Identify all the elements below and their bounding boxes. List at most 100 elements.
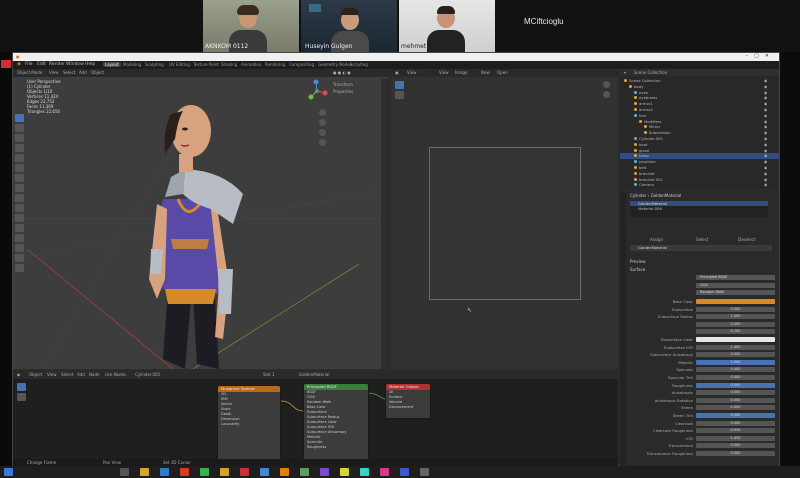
outliner-row[interactable]: eyebrows ◉ [620, 95, 779, 101]
sample-tool-icon[interactable] [395, 81, 404, 89]
scale-tool-icon[interactable] [15, 154, 24, 162]
blender-menu-icon[interactable]: ◉ [17, 62, 21, 67]
property-value-field[interactable]: 1.000 [696, 314, 775, 320]
select-menu[interactable]: Select [63, 70, 75, 75]
knife-tool-icon[interactable] [15, 244, 24, 252]
material-datablock[interactable]: GoldenMaterial [630, 245, 772, 251]
outliner-row[interactable]: Camera ◉ [620, 182, 779, 188]
node-socket-row[interactable]: Displacement [386, 405, 430, 410]
property-value-field[interactable]: 0.000 [696, 352, 775, 358]
outliner-row[interactable]: armor2 ◉ [620, 107, 779, 113]
subsurface-method-selector[interactable]: Random Walk [696, 290, 775, 295]
app-icon[interactable] [420, 468, 429, 476]
window-controls[interactable]: –▢✕ [746, 53, 775, 59]
view-mode-selector[interactable]: View [407, 70, 417, 75]
app-icon[interactable] [180, 468, 189, 476]
property-value-field[interactable]: 0.000 [696, 390, 775, 396]
grid-icon[interactable] [319, 139, 326, 146]
shading-buttons[interactable]: ● ● ◐ ● [333, 70, 351, 75]
material-slot-list[interactable]: GoldenMaterial Material.006 [630, 201, 768, 217]
sidebar-vertical-tabs[interactable] [381, 79, 389, 369]
workspace-tab[interactable]: Scripting [348, 62, 370, 67]
property-value-field[interactable]: 0.000 [696, 420, 775, 426]
property-value-field[interactable]: 0.000 [696, 451, 775, 456]
filter-icon[interactable]: ▾ [624, 70, 626, 75]
workspace-tab[interactable]: Shading [219, 62, 239, 67]
outliner-row[interactable]: eyes ◉ [620, 90, 779, 96]
visibility-eye-icon[interactable]: ◉ [764, 148, 767, 153]
workspace-tab[interactable]: Texture Paint [191, 62, 221, 67]
visibility-eye-icon[interactable]: ◉ [764, 165, 767, 170]
material-output-node[interactable]: Material Output All Surface Volume Displacem… [385, 383, 431, 419]
visibility-eye-icon[interactable]: ◉ [764, 177, 767, 182]
workspace-tab[interactable]: Sculpting [143, 62, 166, 67]
property-value-field[interactable]: 0.000 [696, 397, 775, 403]
musgrave-texture-node[interactable]: Musgrave Texture 3D fBM Vector Scale Detail Di… [217, 385, 281, 463]
edge-icon[interactable] [160, 468, 169, 476]
property-value-field[interactable]: 0.100 [696, 329, 775, 335]
property-value-field[interactable]: 0.500 [696, 382, 775, 388]
material-slot[interactable]: Material.006 [630, 206, 768, 211]
workspace-tab[interactable]: Animation [239, 62, 263, 67]
pan-hand-icon[interactable] [319, 119, 326, 126]
property-value-field[interactable]: 0.000 [696, 306, 775, 312]
node-socket-row[interactable]: Roughness [304, 445, 368, 450]
menu-render[interactable]: Render [49, 62, 65, 67]
visibility-eye-icon[interactable]: ◉ [764, 182, 767, 187]
app-icon[interactable] [260, 468, 269, 476]
spin-tool-icon[interactable] [15, 264, 24, 272]
rotate-tool-icon[interactable] [15, 144, 24, 152]
visibility-eye-icon[interactable]: ◉ [764, 101, 767, 106]
navigation-gizmo[interactable] [305, 79, 329, 103]
uv-canvas[interactable] [429, 147, 581, 300]
principled-bsdf-node[interactable]: Principled BSDF BSDF GGX Random Walk Base Co… [303, 383, 369, 467]
visibility-eye-icon[interactable]: ◉ [764, 130, 767, 135]
properties-panel-header[interactable]: Properties [333, 89, 383, 94]
outliner-row[interactable]: Modifiers ◉ [620, 119, 779, 125]
outliner-row[interactable]: Mirror ◉ [620, 124, 779, 130]
app-icon[interactable] [200, 468, 209, 476]
app-icon[interactable] [220, 468, 229, 476]
outliner-row[interactable]: pauldron ◉ [620, 159, 779, 165]
visibility-eye-icon[interactable]: ◉ [764, 171, 767, 176]
outliner-row[interactable]: bracelet ◉ [620, 171, 779, 177]
camera-icon[interactable] [319, 129, 326, 136]
properties-editor[interactable]: Cylinder › GoldenMaterial GoldenMaterial… [620, 191, 779, 467]
shader-node-editor[interactable]: ◆ Object View Select Add Node Use Nodes … [13, 371, 618, 467]
property-value-field[interactable]: 1.450 [696, 435, 775, 441]
menu-edit[interactable]: Edit [37, 62, 46, 67]
zoom-icon[interactable] [319, 109, 326, 116]
transform-panel-header[interactable]: Transform [333, 82, 383, 87]
outliner-row[interactable]: body ◉ [620, 84, 779, 90]
property-value-field[interactable]: 0.200 [696, 321, 775, 327]
polybuild-tool-icon[interactable] [15, 254, 24, 262]
visibility-eye-icon[interactable]: ◉ [764, 136, 767, 141]
property-value-field[interactable]: 0.000 [696, 405, 775, 411]
workspace-tab[interactable]: Layout [103, 62, 121, 67]
deselect-button[interactable]: Deselect [738, 237, 755, 242]
participant-tile-2[interactable]: Huseyin Gulgen [301, 0, 397, 52]
image-menu[interactable]: Image [455, 70, 468, 75]
add-menu[interactable]: Add [79, 70, 87, 75]
pan-hand-icon[interactable] [603, 91, 610, 98]
image-editor[interactable]: ▣ View View Image New Open ↖ [391, 69, 618, 369]
cursor-tool-icon[interactable] [15, 124, 24, 132]
outliner-row[interactable]: hair ◉ [620, 113, 779, 119]
visibility-eye-icon[interactable]: ◉ [764, 119, 767, 124]
visibility-eye-icon[interactable]: ◉ [764, 95, 767, 100]
inset-tool-icon[interactable] [15, 214, 24, 222]
workspace-tab[interactable]: Rendering [263, 62, 287, 67]
zoom-icon[interactable] [603, 81, 610, 88]
annotate-tool-icon[interactable] [15, 174, 24, 182]
workspace-tab[interactable]: UV Editing [167, 62, 192, 67]
app-icon[interactable] [400, 468, 409, 476]
outliner-row[interactable]: Cylinder.005 ◉ [620, 136, 779, 142]
participant-tile-3[interactable]: mehmet ciftcioglu [399, 0, 495, 52]
select-tool-icon[interactable] [15, 114, 24, 122]
add-cube-tool-icon[interactable] [15, 194, 24, 202]
loopcut-tool-icon[interactable] [15, 234, 24, 242]
visibility-eye-icon[interactable]: ◉ [764, 153, 767, 158]
property-value-field[interactable]: 0.500 [696, 413, 775, 418]
annotate-tool-icon[interactable] [395, 91, 404, 99]
outliner[interactable]: Scene Collection ▾ Scene Collection ◉ body… [620, 69, 779, 189]
